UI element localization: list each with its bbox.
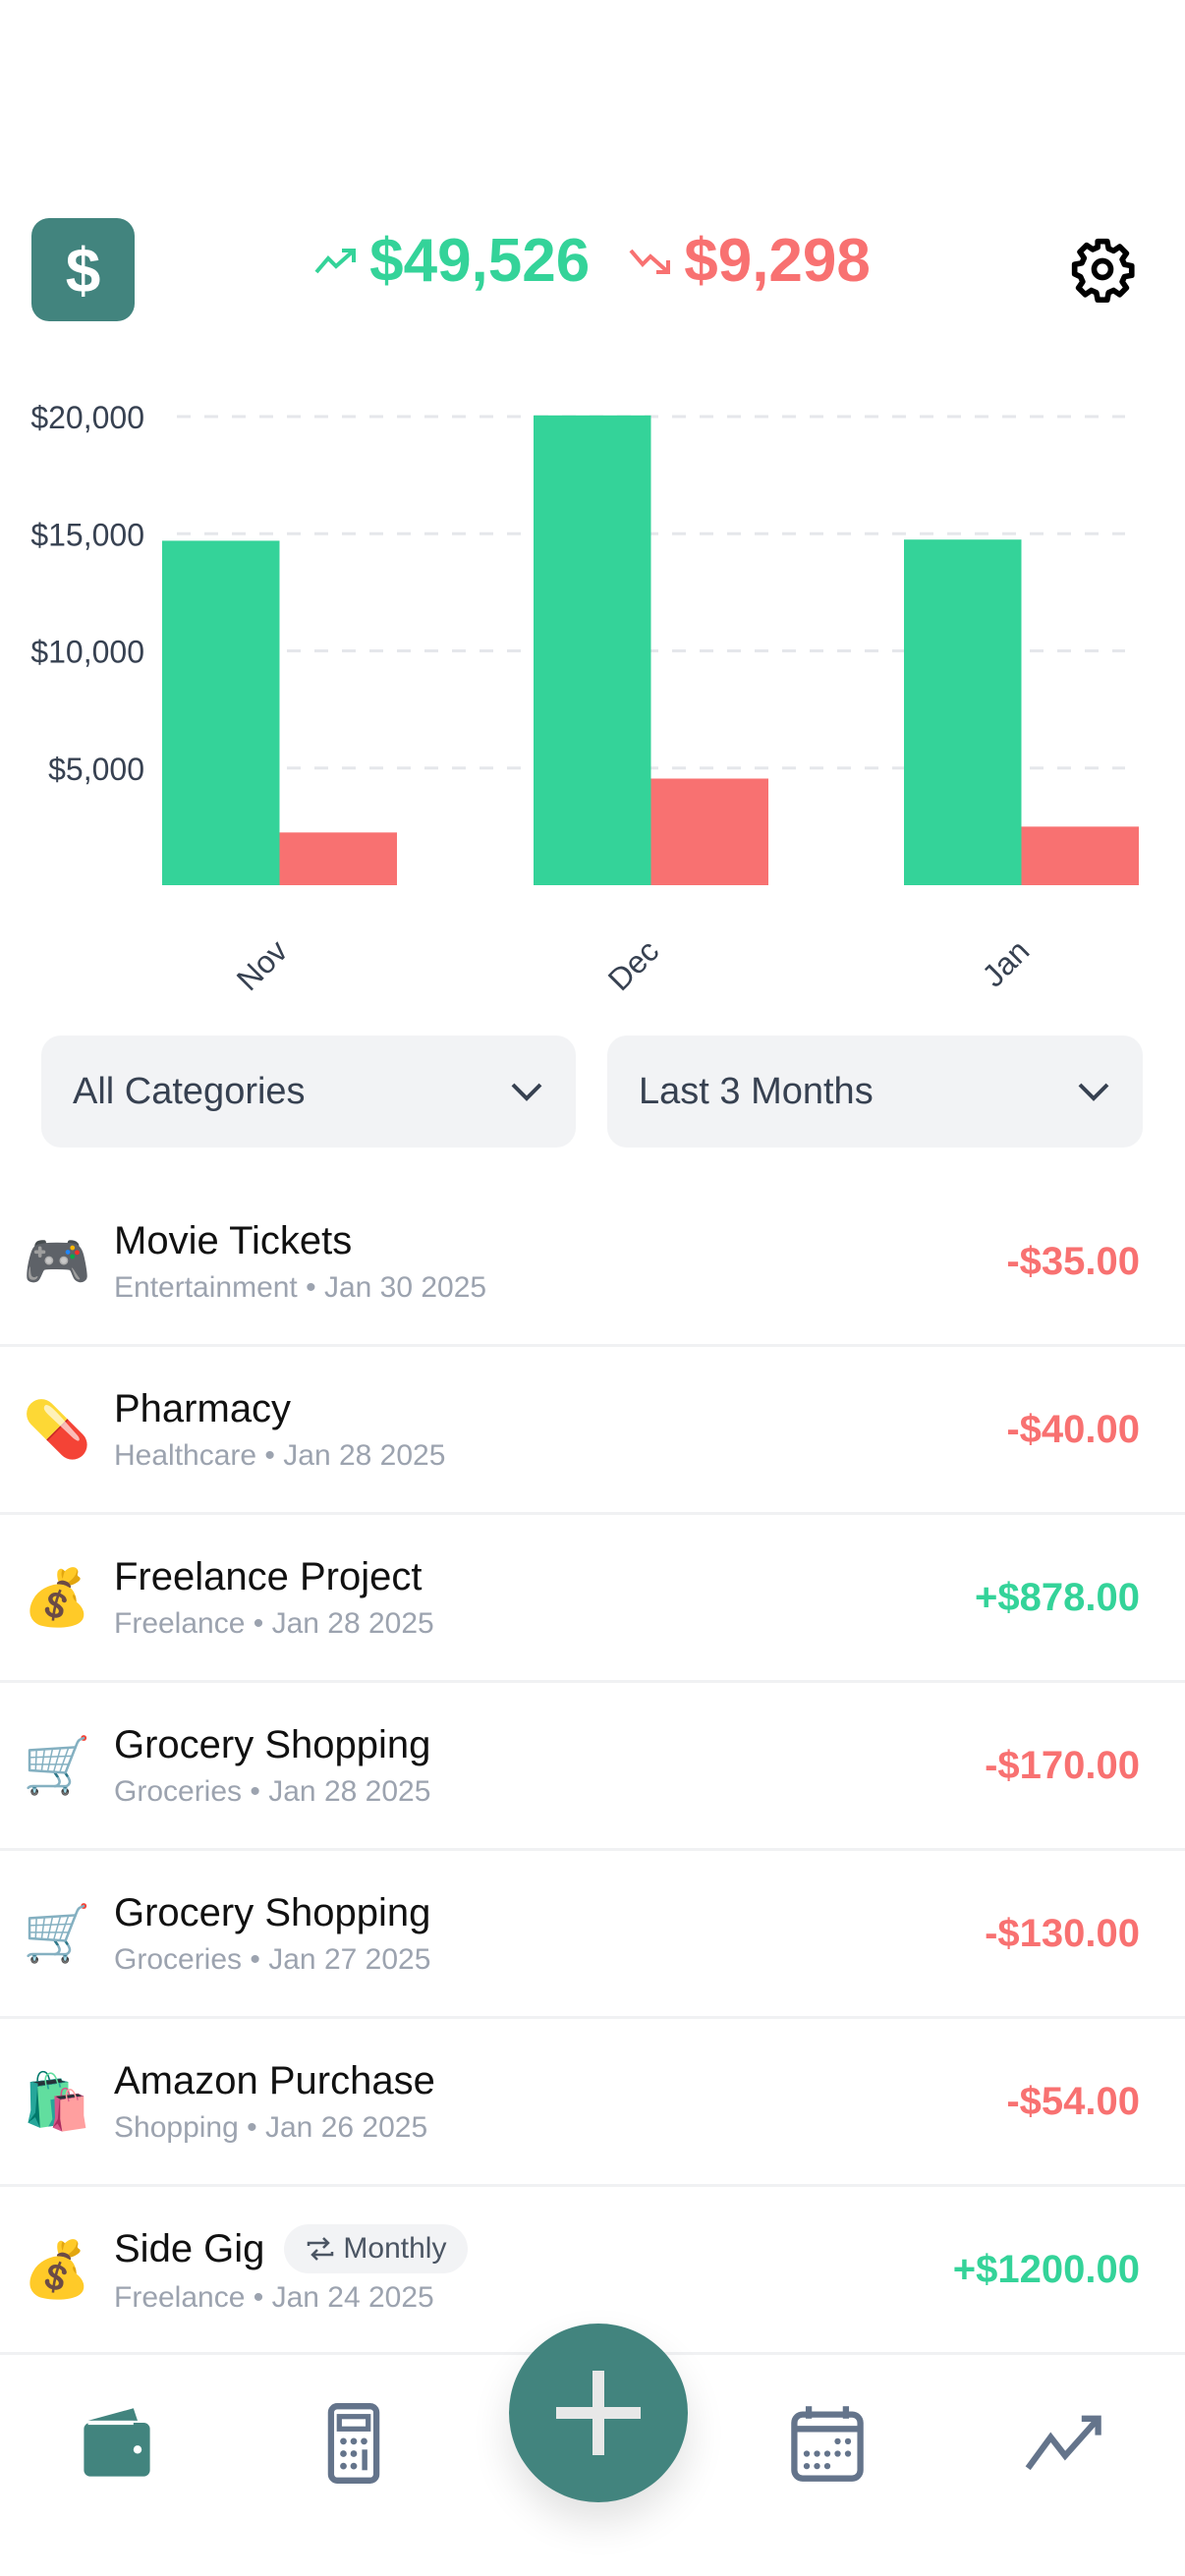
chevron-down-icon [1078,1083,1109,1101]
category-icon: 💰 [23,1566,91,1628]
repeat-icon [308,2237,334,2261]
calculator-icon[interactable] [312,2402,395,2485]
y-tick-label: $10,000 [30,635,144,670]
category-icon: 💊 [23,1398,91,1460]
category-icon: 🛍️ [23,2070,91,2132]
trending-up-icon [314,248,357,273]
transaction-date: Jan 28 2025 [283,1438,446,1472]
expense-bar [279,832,397,885]
transaction-category: Groceries [114,1942,243,1976]
transaction-title: Pharmacy [114,1386,292,1430]
transaction-amount: -$130.00 [985,1911,1140,1955]
category-icon: 🛒 [23,1734,91,1796]
transaction-row[interactable]: 💊 Pharmacy Healthcare • Jan 28 2025 -$40… [0,1347,1185,1515]
gear-icon[interactable] [1069,236,1136,303]
expense-bar [1021,826,1139,885]
transaction-date: Jan 28 2025 [268,1774,431,1808]
transaction-category: Entertainment [114,1270,298,1304]
expense-total-value: $9,298 [684,227,871,295]
transaction-amount: +$1200.00 [952,2247,1140,2291]
y-tick-label: $5,000 [48,752,144,787]
y-tick-label: $15,000 [30,517,144,552]
transaction-category: Groceries [114,1774,243,1808]
totals-summary: $49,526 $9,298 [0,226,1185,296]
transaction-title: Side Gig [114,2226,265,2270]
transaction-amount: -$35.00 [1006,1239,1140,1283]
transaction-amount: +$878.00 [975,1575,1140,1619]
income-bar [904,539,1022,885]
income-expense-chart: $5,000 $10,000 $15,000 $20,000 Nov Dec Jan [30,400,1139,997]
trending-down-icon [629,249,671,274]
x-tick-label: Jan [976,932,1037,993]
trending-up-icon[interactable] [1024,2402,1106,2485]
y-tick-label: $20,000 [30,400,144,435]
income-bar [534,415,651,885]
wallet-icon[interactable] [76,2402,158,2485]
period-dropdown-value: Last 3 Months [639,1070,874,1112]
x-tick-label: Nov [230,932,295,997]
transaction-row[interactable]: 🛍️ Amazon Purchase Shopping • Jan 26 202… [0,2019,1185,2187]
transaction-category: Freelance [114,2281,246,2314]
x-tick-label: Dec [601,932,666,997]
calendar-icon[interactable] [786,2402,869,2485]
transaction-category: Shopping [114,2110,239,2144]
chevron-down-icon [511,1083,542,1101]
transaction-row[interactable]: 🛒 Grocery Shopping Groceries • Jan 27 20… [0,1851,1185,2019]
transaction-amount: -$170.00 [985,1743,1140,1787]
transaction-row[interactable]: 💰 Freelance Project Freelance • Jan 28 2… [0,1515,1185,1683]
income-total-value: $49,526 [369,227,591,295]
income-bar [162,540,280,885]
transaction-title: Grocery Shopping [114,1890,431,1934]
transaction-date: Jan 24 2025 [271,2281,434,2314]
transaction-title: Grocery Shopping [114,1722,431,1766]
badge-label: Monthly [343,2232,447,2265]
income-total: $49,526 [314,226,590,296]
expense-bar [650,778,768,885]
category-icon: 🎮 [23,1230,91,1292]
category-icon: 💰 [23,2238,91,2300]
recurring-badge: Monthly [284,2224,469,2273]
category-icon: 🛒 [23,1902,91,1964]
period-dropdown[interactable]: Last 3 Months [607,1036,1143,1148]
transaction-date: Jan 28 2025 [271,1606,434,1640]
transaction-row[interactable]: 🛒 Grocery Shopping Groceries • Jan 28 20… [0,1683,1185,1851]
category-dropdown-value: All Categories [73,1070,306,1112]
transaction-title: Freelance Project [114,1554,423,1598]
category-dropdown[interactable]: All Categories [41,1036,576,1148]
expense-total: $9,298 [629,226,871,296]
transaction-date: Jan 27 2025 [268,1942,431,1976]
transaction-date: Jan 26 2025 [264,2110,428,2144]
transaction-category: Freelance [114,1606,246,1640]
transaction-category: Healthcare [114,1438,257,1472]
transaction-amount: -$54.00 [1006,2079,1140,2123]
transaction-date: Jan 30 2025 [323,1270,487,1304]
plus-icon [556,2371,641,2455]
transaction-title: Amazon Purchase [114,2058,435,2102]
transaction-title: Movie Tickets [114,1218,353,1262]
transaction-amount: -$40.00 [1006,1407,1140,1451]
add-transaction-button[interactable] [509,2324,688,2502]
transaction-row[interactable]: 🎮 Movie Tickets Entertainment • Jan 30 2… [0,1179,1185,1347]
